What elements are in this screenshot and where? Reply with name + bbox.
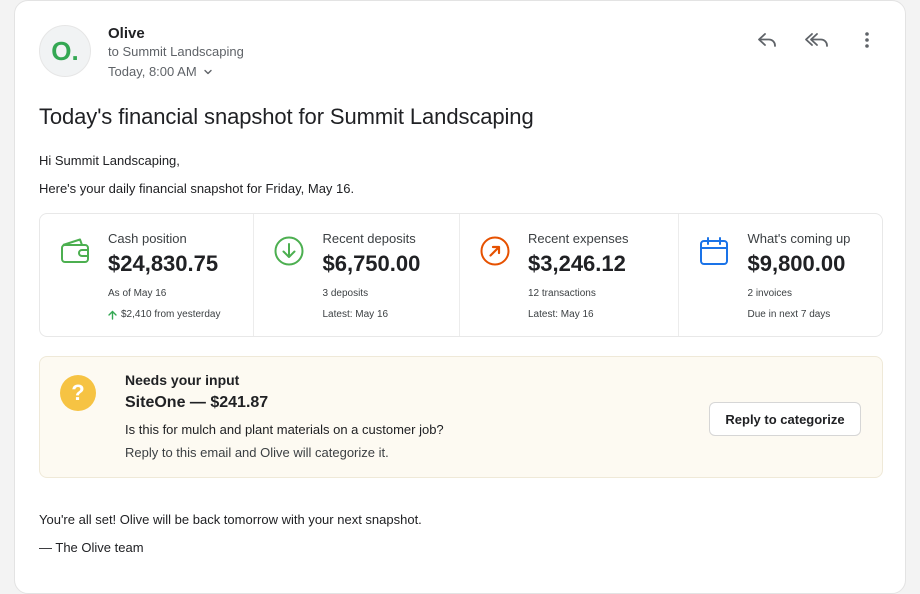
wallet-icon bbox=[61, 238, 89, 263]
sender-avatar[interactable]: O. bbox=[39, 25, 91, 77]
date-dropdown[interactable]: Today, 8:00 AM bbox=[108, 64, 213, 79]
stat-label: Cash position bbox=[108, 231, 187, 246]
stat-coming-up: What's coming up $9,800.00 2 invoices Du… bbox=[679, 214, 882, 336]
arrow-down-circle-icon bbox=[274, 236, 304, 266]
needs-input-title: Needs your input bbox=[125, 372, 240, 388]
stat-subtext: 3 deposits bbox=[322, 288, 369, 299]
stat-value: $9,800.00 bbox=[747, 251, 846, 276]
stat-label: What's coming up bbox=[747, 231, 851, 246]
email-subject: Today's financial snapshot for Summit La… bbox=[39, 104, 534, 129]
snapshot-stats: Cash position $24,830.75 As of May 16 $2… bbox=[39, 213, 883, 337]
stat-subtext: Due in next 7 days bbox=[747, 309, 831, 320]
stat-recent-deposits: Recent deposits $6,750.00 3 deposits Lat… bbox=[254, 214, 460, 336]
stat-subtext: Latest: May 16 bbox=[322, 309, 389, 320]
stat-label: Recent deposits bbox=[322, 231, 416, 246]
stat-change-text: $2,410 from yesterday bbox=[121, 309, 221, 320]
transaction-vendor: SiteOne — $241.87 bbox=[125, 394, 269, 411]
reply-all-icon bbox=[805, 33, 828, 47]
date-text: Today, 8:00 AM bbox=[108, 64, 197, 79]
intro-text: Here's your daily financial snapshot for… bbox=[39, 181, 355, 196]
stat-subtext: 2 invoices bbox=[747, 288, 792, 299]
stat-label: Recent expenses bbox=[528, 231, 629, 246]
stat-subtext: 12 transactions bbox=[528, 288, 596, 299]
email-card: O. Olive to Summit Landscaping Today, 8:… bbox=[14, 0, 906, 594]
stat-change: $2,410 from yesterday bbox=[108, 309, 221, 320]
signoff: — The Olive team bbox=[39, 540, 144, 555]
question-icon: ? bbox=[60, 375, 96, 411]
calendar-icon bbox=[700, 237, 729, 265]
more-options-button[interactable] bbox=[849, 27, 885, 53]
stat-value: $24,830.75 bbox=[108, 251, 219, 276]
sender-name: Olive bbox=[108, 25, 145, 42]
stat-subtext: As of May 16 bbox=[108, 288, 167, 299]
stat-recent-expenses: Recent expenses $3,246.12 12 transaction… bbox=[460, 214, 680, 336]
needs-input-panel: ? Needs your input SiteOne — $241.87 Is … bbox=[39, 356, 883, 478]
message-actions bbox=[749, 27, 885, 53]
closing-text: You're all set! Olive will be back tomor… bbox=[39, 512, 422, 527]
recipient-line: to Summit Landscaping bbox=[108, 44, 244, 59]
stat-subtext: Latest: May 16 bbox=[528, 309, 594, 320]
chevron-down-icon bbox=[203, 69, 212, 74]
reply-all-button[interactable] bbox=[799, 27, 835, 53]
arrow-up-right-circle-icon bbox=[480, 236, 510, 266]
reply-to-categorize-button[interactable]: Reply to categorize bbox=[709, 402, 861, 436]
reply-icon bbox=[758, 33, 776, 47]
avatar-letter: O. bbox=[51, 35, 79, 66]
reply-button[interactable] bbox=[749, 27, 785, 53]
more-vertical-icon bbox=[865, 32, 869, 48]
stat-value: $3,246.12 bbox=[528, 251, 626, 276]
greeting: Hi Summit Landscaping, bbox=[39, 153, 180, 168]
transaction-question: Is this for mulch and plant materials on… bbox=[125, 422, 444, 437]
stat-cash-position: Cash position $24,830.75 As of May 16 $2… bbox=[40, 214, 255, 336]
reply-hint: Reply to this email and Olive will categ… bbox=[125, 445, 389, 460]
arrow-up-icon bbox=[108, 310, 117, 320]
stat-value: $6,750.00 bbox=[322, 251, 421, 276]
